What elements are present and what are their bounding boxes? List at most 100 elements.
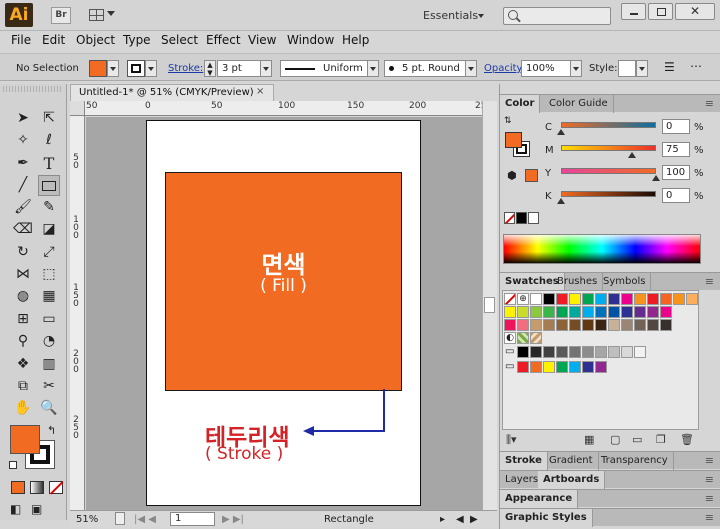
slice-tool-icon[interactable]: ✂ (38, 376, 60, 397)
color-mode-icon[interactable] (11, 481, 25, 494)
color-swatch[interactable] (634, 306, 646, 318)
lasso-tool-icon[interactable]: ℓ (38, 130, 60, 151)
pattern-swatch[interactable] (517, 332, 529, 344)
stroke-color-swatch[interactable] (127, 60, 145, 77)
tab-stroke[interactable]: Stroke (500, 452, 548, 470)
menu-type[interactable]: Type (123, 33, 151, 47)
menu-object[interactable]: Object (76, 33, 115, 47)
panel-menu-icon[interactable]: ≡ (705, 492, 714, 505)
color-swatch[interactable] (543, 346, 555, 358)
brush-dropdown[interactable] (465, 60, 477, 77)
none-swatch[interactable] (504, 212, 515, 224)
color-swatch[interactable] (608, 319, 620, 331)
panel-menu-icon[interactable]: ≡ (705, 473, 714, 486)
zoom-level[interactable]: 51% (76, 514, 98, 525)
yellow-slider-thumb[interactable] (652, 175, 660, 181)
panel-menu-icon[interactable]: ≡ (705, 454, 714, 467)
eyedropper-tool-icon[interactable]: ⚲ (12, 331, 34, 352)
free-transform-tool-icon[interactable]: ⬚ (38, 264, 60, 285)
pattern-swatch[interactable] (530, 332, 542, 344)
none-mode-icon[interactable] (49, 481, 64, 495)
scroll-left-icon[interactable]: ◀ (456, 514, 464, 525)
rotate-tool-icon[interactable]: ↻ (12, 242, 34, 263)
pencil-tool-icon[interactable]: ✎ (38, 197, 60, 218)
color-swatch[interactable] (621, 306, 633, 318)
panel-menu-icon[interactable]: ≡ (705, 275, 714, 288)
swap-colors-icon[interactable]: ⇅ (504, 116, 512, 126)
menu-effect[interactable]: Effect (206, 33, 241, 47)
color-swatch[interactable] (543, 293, 555, 305)
color-swatch[interactable] (543, 319, 555, 331)
opacity-field[interactable]: 100% (521, 60, 571, 77)
color-swatch[interactable] (621, 346, 633, 358)
new-color-group-icon[interactable]: ▭ (632, 433, 642, 446)
color-swatch[interactable] (660, 293, 672, 305)
color-swatch[interactable] (556, 306, 568, 318)
color-swatch[interactable] (530, 293, 542, 305)
status-menu-icon[interactable]: ▸ (440, 514, 445, 525)
color-swatch[interactable] (504, 306, 516, 318)
artboard-tool-icon[interactable]: ⧉ (12, 376, 34, 397)
color-swatch[interactable] (504, 319, 516, 331)
stroke-weight-dropdown[interactable] (260, 60, 272, 77)
none-swatch[interactable] (504, 293, 516, 305)
paintbrush-tool-icon[interactable]: 🖌 (12, 197, 34, 218)
panel-menu-icon[interactable]: ≡ (705, 97, 714, 110)
first-artboard-icon[interactable]: |◀ ◀ (134, 514, 156, 525)
fill-color-box[interactable] (10, 425, 40, 454)
zoom-tool-icon[interactable]: 🔍 (38, 398, 60, 419)
type-tool-icon[interactable]: T (38, 153, 60, 174)
color-swatch[interactable] (556, 361, 568, 373)
menu-help[interactable]: Help (342, 33, 369, 47)
tab-color-guide[interactable]: Color Guide (544, 95, 614, 113)
swap-colors-icon[interactable]: ↰ (47, 424, 56, 437)
ruler-origin[interactable] (70, 101, 85, 116)
color-swatch[interactable] (517, 361, 529, 373)
color-swatch[interactable] (660, 319, 672, 331)
stroke-panel-link[interactable]: Stroke: (168, 63, 203, 74)
color-swatch[interactable] (647, 293, 659, 305)
opacity-panel-link[interactable]: Opacity: (484, 63, 525, 74)
black-swatch[interactable] (516, 212, 527, 224)
magenta-slider-thumb[interactable] (628, 152, 637, 158)
yellow-slider[interactable] (561, 168, 656, 174)
color-swatch[interactable] (517, 306, 529, 318)
perspective-grid-tool-icon[interactable]: ▦ (38, 286, 60, 307)
magic-wand-tool-icon[interactable]: ✧ (12, 130, 34, 151)
white-swatch[interactable] (528, 212, 539, 224)
tab-graphic-styles[interactable]: Graphic Styles (500, 509, 593, 527)
color-swatch[interactable] (569, 293, 581, 305)
tab-symbols[interactable]: Symbols (598, 273, 652, 291)
style-dropdown[interactable] (636, 60, 648, 77)
pen-tool-icon[interactable]: ✒ (12, 153, 34, 174)
color-swatch[interactable] (517, 346, 529, 358)
color-swatch[interactable] (582, 293, 594, 305)
tab-artboards[interactable]: Artboards (538, 471, 606, 489)
color-swatch[interactable] (608, 346, 620, 358)
workspace-switcher[interactable]: Essentials (423, 9, 478, 22)
variable-width-profile[interactable]: Uniform (280, 60, 368, 77)
brush-definition[interactable]: 5 pt. Round (384, 60, 466, 77)
fill-dropdown[interactable] (107, 60, 119, 77)
scrollbar-thumb[interactable] (484, 297, 495, 313)
blend-tool-icon[interactable]: ◔ (38, 331, 60, 352)
magenta-value-field[interactable]: 75 (662, 142, 690, 157)
control-menu-icon[interactable]: ⋯ (690, 59, 702, 73)
black-slider-thumb[interactable] (557, 198, 565, 204)
color-swatch[interactable] (543, 361, 555, 373)
pattern-swatch[interactable]: ◐ (504, 332, 516, 344)
screen-mode-icon[interactable]: ▣ (31, 502, 42, 516)
stroke-weight-stepper[interactable]: ▲ ▼ (204, 60, 216, 77)
color-swatch[interactable] (634, 346, 646, 358)
color-swatch[interactable] (634, 293, 646, 305)
mesh-tool-icon[interactable]: ⊞ (12, 309, 34, 330)
color-swatch[interactable] (530, 361, 542, 373)
default-colors-icon[interactable] (9, 461, 17, 469)
new-swatch-icon[interactable]: ❐ (656, 433, 666, 446)
color-swatch[interactable] (647, 319, 659, 331)
scale-tool-icon[interactable]: ⤢ (38, 242, 60, 263)
black-value-field[interactable]: 0 (662, 188, 690, 203)
menu-select[interactable]: Select (161, 33, 198, 47)
color-swatch[interactable] (569, 361, 581, 373)
color-swatch[interactable] (530, 346, 542, 358)
